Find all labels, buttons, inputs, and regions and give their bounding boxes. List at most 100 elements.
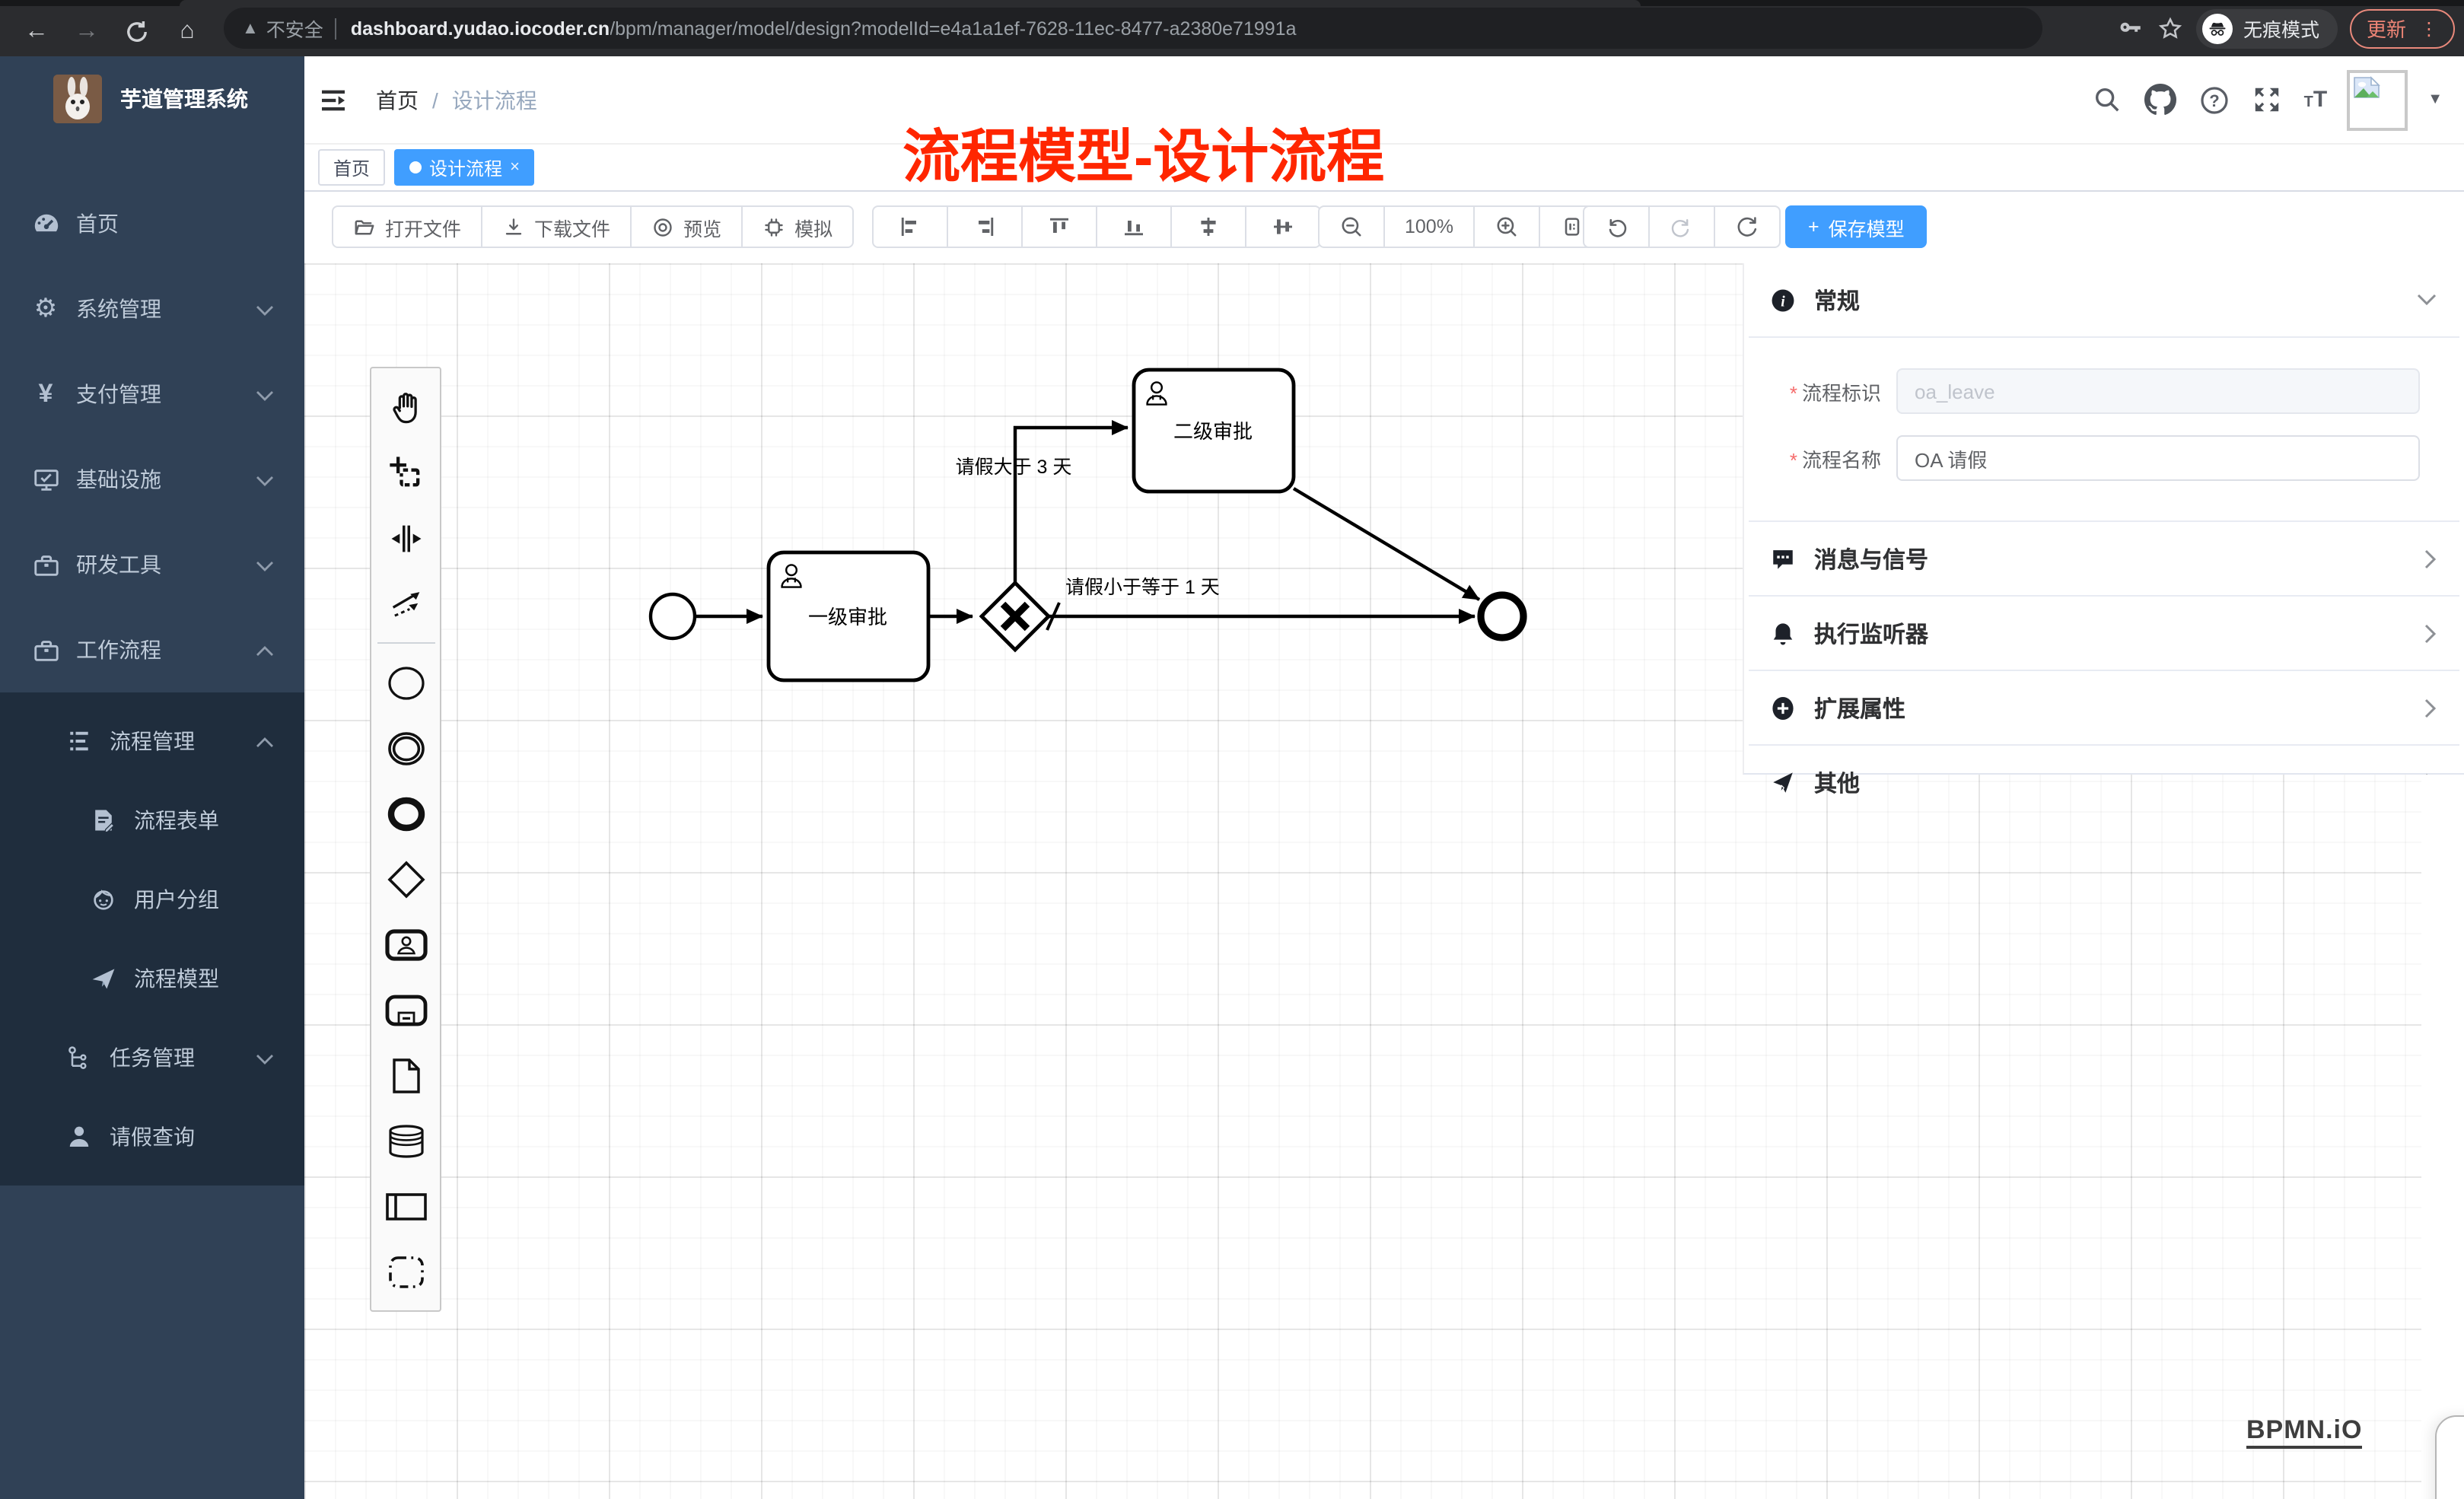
section-execution-listener[interactable]: 执行监听器	[1744, 597, 2464, 670]
task-first-approval[interactable]: 一级审批	[769, 552, 928, 680]
dashboard-icon	[30, 208, 61, 239]
browser-home-button[interactable]: ⌂	[169, 13, 205, 49]
screen: ← → ⌂ ▲ 不安全 dashboard.yudao.iocoder.cn/b…	[0, 0, 2464, 1499]
sidebar-item-system[interactable]: ⚙ 系统管理	[0, 266, 304, 352]
password-key-icon[interactable]	[2117, 14, 2144, 42]
avatar[interactable]	[2347, 69, 2408, 130]
sidebar-logo[interactable]: 芋道管理系统	[0, 56, 304, 142]
help-icon[interactable]: ?	[2198, 83, 2231, 116]
sidebar-item-label: 流程管理	[110, 726, 195, 756]
monitor-icon	[30, 464, 61, 495]
end-event[interactable]	[1481, 595, 1523, 638]
process-key-input[interactable]: oa_leave	[1896, 368, 2420, 414]
simulate-button[interactable]: 模拟	[743, 207, 852, 247]
zoom-level[interactable]: 100%	[1385, 207, 1475, 247]
flow-label-le1[interactable]: 请假小于等于 1 天	[1065, 577, 1220, 598]
flow-gateway-to-task2[interactable]	[1015, 428, 1128, 583]
redo-button[interactable]	[1650, 207, 1715, 247]
yen-icon: ¥	[30, 379, 61, 409]
sidebar-item-label: 研发工具	[76, 549, 161, 580]
zoom-in-button[interactable]	[1475, 207, 1540, 247]
sidebar-item-task-mgmt[interactable]: 任务管理	[0, 1018, 304, 1097]
incognito-icon	[2202, 13, 2233, 43]
section-general[interactable]: i 常规	[1744, 263, 2464, 336]
sidebar-collapse-icon[interactable]	[318, 81, 355, 118]
sidebar-item-process-model[interactable]: 流程模型	[0, 939, 304, 1018]
svg-text:i: i	[1780, 293, 1784, 309]
app-title: 芋道管理系统	[120, 84, 248, 114]
sidebar-item-user-group[interactable]: 用户分组	[0, 860, 304, 939]
bpmn-canvas[interactable]: 请假大于 3 天 请假小于等于 1 天 一级审批	[304, 263, 2464, 1499]
section-extended-attrs[interactable]: 扩展属性	[1744, 671, 2464, 744]
sidebar-item-payment[interactable]: ¥ 支付管理	[0, 352, 304, 437]
align-center-icon[interactable]	[1246, 207, 1320, 247]
browser-reload-button[interactable]	[119, 13, 155, 49]
toolbox-icon	[30, 635, 61, 665]
browser-forward-button[interactable]: →	[68, 13, 105, 49]
search-icon[interactable]	[2091, 83, 2125, 116]
chevron-down-icon	[256, 297, 274, 321]
align-right-icon[interactable]	[948, 207, 1023, 247]
sidebar-item-process-form[interactable]: 流程表单	[0, 781, 304, 860]
breadcrumb-current: 设计流程	[452, 84, 537, 115]
download-file-button[interactable]: 下载文件	[482, 207, 632, 247]
sidebar-item-label: 请假查询	[110, 1122, 195, 1152]
tag-home[interactable]: 首页	[318, 149, 385, 186]
github-icon[interactable]	[2144, 83, 2178, 116]
plus-icon: +	[1808, 216, 1819, 237]
chevron-up-icon	[256, 729, 274, 753]
chevron-down-icon	[256, 1045, 274, 1070]
sidebar-item-label: 首页	[76, 208, 119, 239]
avatar-caret-icon[interactable]: ▼	[2427, 91, 2443, 108]
bpmn-io-watermark[interactable]: BPMN.iO	[2246, 1415, 2362, 1449]
align-bottom-icon[interactable]	[1097, 207, 1172, 247]
save-model-button[interactable]: + 保存模型	[1785, 205, 1928, 248]
browser-back-button[interactable]: ←	[18, 13, 55, 49]
address-bar[interactable]: ▲ 不安全 dashboard.yudao.iocoder.cn/bpm/man…	[224, 8, 2042, 49]
open-file-button[interactable]: 打开文件	[333, 207, 482, 247]
fullscreen-icon[interactable]	[2251, 83, 2284, 116]
section-message-signal[interactable]: 消息与信号	[1744, 522, 2464, 595]
browser-chrome: ← → ⌂ ▲ 不安全 dashboard.yudao.iocoder.cn/b…	[0, 0, 2464, 56]
sidebar-item-infra[interactable]: 基础设施	[0, 437, 304, 522]
sidebar-item-label: 系统管理	[76, 294, 161, 324]
floating-panel-corner	[2435, 1415, 2464, 1499]
exclusive-gateway[interactable]	[982, 583, 1049, 650]
designer-toolbar: 打开文件 下载文件 预览 模拟	[304, 192, 2464, 263]
browser-update-button[interactable]: 更新 ⋮	[2350, 8, 2455, 48]
person-icon	[64, 1122, 94, 1152]
chevron-down-icon	[256, 382, 274, 406]
sidebar-item-home[interactable]: 首页	[0, 181, 304, 266]
tag-design-active[interactable]: 设计流程 ×	[394, 149, 535, 186]
zoom-out-button[interactable]	[1320, 207, 1385, 247]
bookmark-star-icon[interactable]	[2157, 14, 2184, 42]
process-name-label: *流程名称	[1744, 444, 1896, 473]
align-top-icon[interactable]	[1023, 207, 1097, 247]
sidebar-item-workflow[interactable]: 工作流程	[0, 607, 304, 692]
browser-menu-dots-icon[interactable]: ⋮	[2420, 18, 2438, 39]
flow-task2-to-end[interactable]	[1294, 489, 1479, 600]
task-second-approval[interactable]: 二级审批	[1134, 370, 1294, 492]
section-other[interactable]: 其他	[1744, 746, 2464, 819]
chevron-right-icon	[2424, 549, 2437, 568]
sidebar-item-leave-query[interactable]: 请假查询	[0, 1097, 304, 1176]
align-left-icon[interactable]	[874, 207, 948, 247]
flow-label-gt3[interactable]: 请假大于 3 天	[956, 457, 1072, 478]
toolbox-icon	[30, 549, 61, 580]
restart-button[interactable]	[1715, 207, 1779, 247]
preview-button[interactable]: 预览	[632, 207, 743, 247]
sidebar-menu: 首页 ⚙ 系统管理 ¥ 支付管理 基础设施	[0, 142, 304, 1186]
sidebar-item-process-mgmt[interactable]: 流程管理	[0, 702, 304, 781]
process-name-input[interactable]: OA 请假	[1896, 435, 2420, 481]
sidebar-item-label: 工作流程	[76, 635, 161, 665]
chevron-right-icon	[2424, 623, 2437, 643]
sidebar-item-label: 用户分组	[134, 884, 219, 915]
font-size-icon[interactable]: TT	[2304, 87, 2328, 113]
incognito-badge: 无痕模式	[2196, 8, 2338, 48]
breadcrumb-home[interactable]: 首页	[376, 84, 419, 115]
tag-close-icon[interactable]: ×	[510, 158, 520, 177]
align-middle-icon[interactable]	[1172, 207, 1246, 247]
sidebar-item-devtools[interactable]: 研发工具	[0, 522, 304, 607]
start-event[interactable]	[651, 594, 695, 638]
undo-button[interactable]	[1584, 207, 1650, 247]
